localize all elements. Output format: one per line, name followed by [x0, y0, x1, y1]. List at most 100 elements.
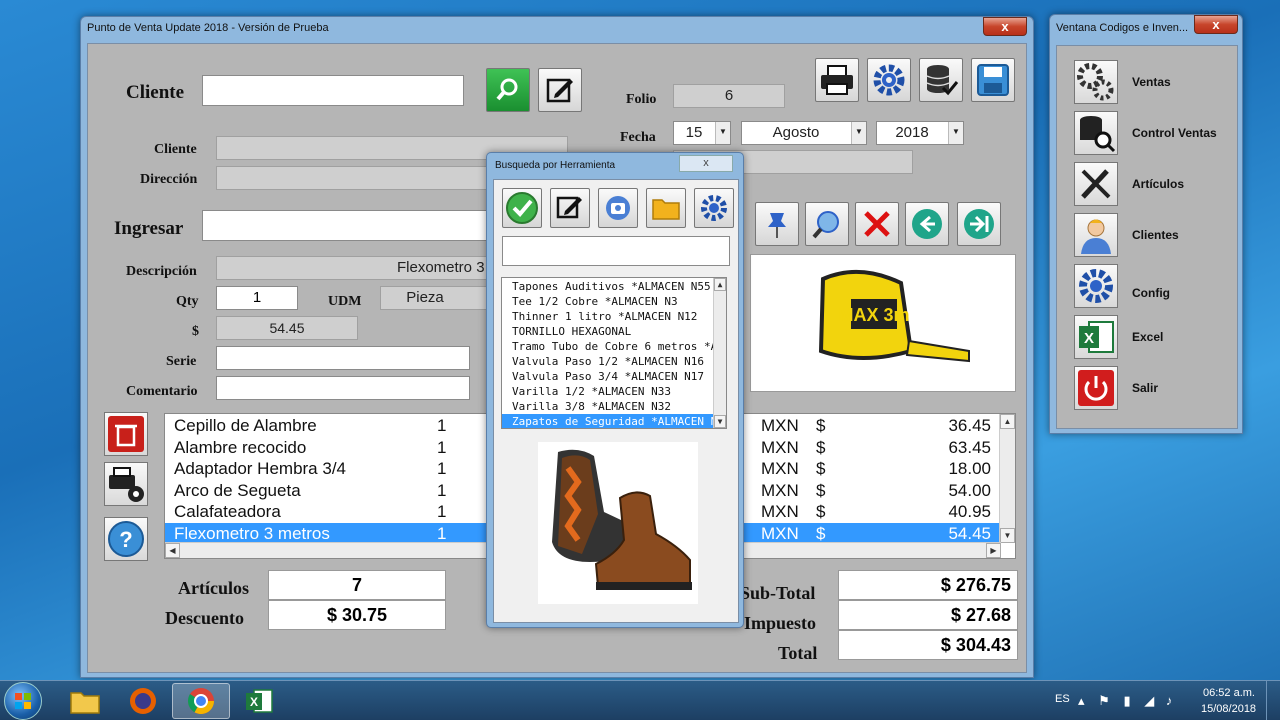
- comentario-label: Comentario: [126, 384, 198, 399]
- config-label[interactable]: Config: [1132, 286, 1170, 300]
- fecha-anio-select[interactable]: 2018 ▼: [876, 121, 964, 145]
- item-amount: 18.00: [948, 459, 991, 478]
- item-currency: MXN: [761, 416, 799, 435]
- item-description: Calafateadora: [174, 502, 281, 521]
- pin-button[interactable]: [755, 202, 799, 246]
- precio-label: $: [192, 324, 199, 339]
- save-button[interactable]: [971, 58, 1015, 102]
- item-currency: MXN: [761, 480, 799, 500]
- udm-label: UDM: [328, 294, 362, 309]
- edit-client-button[interactable]: [538, 68, 582, 112]
- list-item[interactable]: Valvula Paso 1/2 *ALMACEN N16: [502, 354, 714, 369]
- excel-label[interactable]: Excel: [1132, 330, 1163, 344]
- side-close-button[interactable]: x: [1194, 15, 1238, 34]
- total-field: $ 304.43: [838, 630, 1018, 660]
- list-item[interactable]: Thinner 1 litro *ALMACEN N12: [502, 309, 714, 324]
- ventas-label[interactable]: Ventas: [1132, 75, 1171, 89]
- help-button[interactable]: ?: [104, 517, 148, 561]
- back-button[interactable]: [905, 202, 949, 246]
- volume-icon[interactable]: ♪: [1166, 693, 1173, 708]
- settings-button[interactable]: [867, 58, 911, 102]
- articulos-button[interactable]: [1074, 162, 1118, 206]
- flag-icon[interactable]: ⚑: [1098, 693, 1110, 708]
- print-button[interactable]: [815, 58, 859, 102]
- product-image-frame: MAX 3m: [750, 254, 1016, 392]
- salir-button[interactable]: [1074, 366, 1118, 410]
- list-item[interactable]: Valvula Paso 3/4 *ALMACEN N17: [502, 369, 714, 384]
- scroll-down-icon[interactable]: ▼: [714, 415, 726, 428]
- show-desktop-button[interactable]: [1266, 681, 1280, 720]
- signal-icon[interactable]: ◢: [1144, 693, 1154, 708]
- settings-button[interactable]: [694, 188, 734, 228]
- trash-icon: [108, 416, 144, 452]
- delete-button[interactable]: [855, 202, 899, 246]
- folder-icon: [70, 692, 100, 714]
- folder-button[interactable]: [646, 188, 686, 228]
- list-item[interactable]: TORNILLO HEXAGONAL: [502, 324, 714, 339]
- qty-label: Qty: [176, 294, 199, 309]
- language-indicator[interactable]: ES: [1055, 693, 1070, 705]
- articulos-label[interactable]: Artículos: [1132, 177, 1184, 191]
- descripcion-label: Descripción: [126, 264, 197, 279]
- config-button[interactable]: [1074, 264, 1118, 308]
- side-window-title: Ventana Codigos e Inven...: [1056, 22, 1189, 34]
- item-description: Cepillo de Alambre: [174, 416, 317, 435]
- taskbar-explorer[interactable]: [56, 683, 114, 719]
- control-ventas-label[interactable]: Control Ventas: [1132, 126, 1217, 140]
- clock-date[interactable]: 15/08/2018: [1201, 703, 1256, 715]
- control-ventas-button[interactable]: [1074, 111, 1118, 155]
- clientes-label[interactable]: Clientes: [1132, 228, 1179, 242]
- scroll-left-icon[interactable]: ◀: [165, 543, 180, 558]
- printer-settings-icon: [109, 467, 144, 502]
- list-item[interactable]: Tee 1/2 Cobre *ALMACEN N3: [502, 294, 714, 309]
- taskbar-excel[interactable]: X: [230, 683, 288, 719]
- last-button[interactable]: [957, 202, 1001, 246]
- start-button[interactable]: [4, 682, 42, 720]
- scroll-up-icon[interactable]: ▲: [1000, 414, 1015, 429]
- qty-input[interactable]: 1: [216, 286, 298, 310]
- impuesto-label: Impuesto: [744, 613, 817, 633]
- boots-image: [552, 449, 692, 590]
- list-vscrollbar[interactable]: ▲ ▼: [713, 278, 726, 428]
- tool-listbox[interactable]: Tapones Auditivos *ALMACEN N55 Tee 1/2 Co…: [501, 277, 727, 429]
- grid-vscrollbar[interactable]: ▲ ▼: [999, 414, 1015, 543]
- taskbar-firefox[interactable]: [114, 683, 172, 719]
- scroll-down-icon[interactable]: ▼: [1000, 528, 1015, 543]
- red-x-icon: [864, 211, 890, 237]
- subtotal-field: $ 276.75: [838, 570, 1018, 600]
- descuento-label: Descuento: [165, 608, 244, 628]
- salir-label[interactable]: Salir: [1132, 381, 1158, 395]
- tool-search-input[interactable]: [502, 236, 730, 266]
- database-button[interactable]: [919, 58, 963, 102]
- ingresar-input[interactable]: [202, 210, 492, 241]
- scroll-right-icon[interactable]: ▶: [986, 543, 1001, 558]
- cliente-search-input[interactable]: [202, 75, 464, 106]
- search-client-button[interactable]: [486, 68, 530, 112]
- item-amount: 54.00: [948, 480, 991, 500]
- clock-time[interactable]: 06:52 a.m.: [1203, 687, 1255, 699]
- list-item[interactable]: Tramo Tubo de Cobre 6 metros *ALM: [502, 339, 714, 354]
- scroll-up-icon[interactable]: ▲: [714, 278, 726, 291]
- serie-input[interactable]: [216, 346, 470, 370]
- fecha-dia-select[interactable]: 15 ▼: [673, 121, 731, 145]
- excel-button[interactable]: X: [1074, 315, 1118, 359]
- find-button[interactable]: [805, 202, 849, 246]
- edit-button[interactable]: [550, 188, 590, 228]
- print-ticket-button[interactable]: [104, 462, 148, 506]
- remove-item-button[interactable]: [104, 412, 148, 456]
- tray-chevron-icon[interactable]: ▴: [1078, 693, 1085, 708]
- taskbar-chrome[interactable]: [172, 683, 230, 719]
- search-dialog-close-button[interactable]: x: [679, 155, 733, 172]
- battery-icon[interactable]: ▮: [1123, 693, 1130, 708]
- list-item[interactable]: Varilla 1/2 *ALMACEN N33: [502, 384, 714, 399]
- list-item[interactable]: Zapatos de Seguridad *ALMACEN N54: [502, 413, 715, 428]
- ventas-button[interactable]: [1074, 60, 1118, 104]
- list-item[interactable]: Varilla 3/8 *ALMACEN N32: [502, 399, 714, 414]
- list-item[interactable]: Tapones Auditivos *ALMACEN N55: [502, 279, 714, 294]
- clientes-button[interactable]: [1074, 213, 1118, 257]
- fecha-mes-select[interactable]: Agosto ▼: [741, 121, 867, 145]
- comentario-input[interactable]: [216, 376, 470, 400]
- camera-button[interactable]: [598, 188, 638, 228]
- main-close-button[interactable]: x: [983, 17, 1027, 36]
- accept-button[interactable]: [502, 188, 542, 228]
